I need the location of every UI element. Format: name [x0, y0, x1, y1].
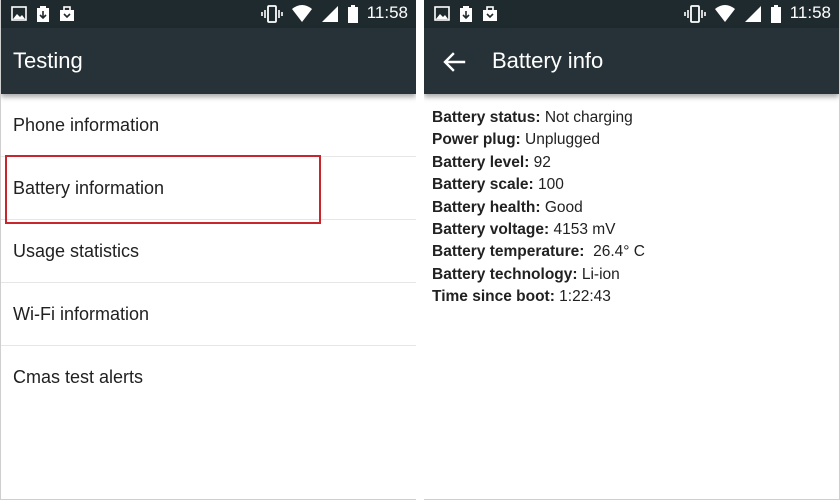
info-value: Not charging — [540, 109, 633, 126]
briefcase-icon — [59, 5, 75, 23]
battery-icon — [347, 4, 359, 23]
list-item-label: Phone information — [13, 115, 160, 135]
page-title: Testing — [13, 48, 83, 73]
briefcase-icon — [482, 5, 498, 23]
info-row-power-plug: Power plug: Unplugged — [432, 129, 645, 151]
info-row-battery-scale: Battery scale: 100 — [432, 174, 645, 196]
clipboard-download-icon — [458, 5, 474, 23]
status-time: 11:58 — [789, 3, 831, 22]
info-value: 26.4° C — [584, 243, 645, 261]
list-item-label: Battery information — [13, 178, 165, 198]
vibrate-icon — [683, 4, 706, 23]
list-item-wifi-information[interactable]: Wi-Fi information — [1, 283, 416, 346]
battery-info-list: Battery status: Not charging Power plug:… — [432, 107, 645, 309]
info-row-battery-status: Battery status: Not charging — [432, 107, 645, 129]
arrow-back-icon[interactable] — [438, 46, 470, 78]
info-row-time-since-boot: Time since boot: 1:22:43 — [432, 286, 645, 308]
vibrate-icon — [260, 4, 283, 23]
info-row-battery-technology: Battery technology: Li-ion — [432, 264, 645, 286]
list-item-label: Cmas test alerts — [13, 367, 144, 387]
info-value: 100 — [533, 176, 564, 194]
list-item-label: Usage statistics — [13, 241, 140, 261]
signal-icon — [321, 4, 339, 22]
info-label: Battery scale: — [432, 176, 534, 194]
clipboard-download-icon — [35, 5, 51, 23]
list-item-battery-information[interactable]: Battery information — [1, 157, 416, 220]
status-bar: 11:58 — [1, 0, 416, 28]
info-row-battery-temperature: Battery temperature: 26.4° C — [432, 241, 645, 263]
list-item-usage-statistics[interactable]: Usage statistics — [1, 220, 416, 283]
info-value: 4153 mV — [549, 220, 616, 238]
info-value: 92 — [529, 153, 551, 171]
info-value: Unplugged — [520, 131, 600, 149]
wifi-icon — [291, 4, 313, 22]
list-item-label: Wi-Fi information — [13, 304, 150, 324]
info-row-battery-voltage: Battery voltage: 4153 mV — [432, 219, 645, 241]
panel-divider — [416, 0, 424, 500]
page-title: Battery info — [492, 48, 604, 73]
list-item-phone-information[interactable]: Phone information — [1, 94, 416, 157]
info-label: Battery technology: — [432, 265, 578, 283]
settings-list: Phone information Battery information Us… — [1, 94, 416, 409]
wifi-icon — [714, 4, 736, 22]
battery-info-screen: 11:58 Battery info Battery status: Not c… — [424, 0, 840, 500]
info-label: Time since boot: — [432, 288, 555, 306]
testing-screen: 11:58 Testing Phone information Battery … — [0, 0, 416, 500]
info-label: Battery voltage: — [432, 220, 550, 238]
app-bar: Testing — [1, 28, 416, 94]
info-label: Battery health: — [432, 198, 541, 216]
info-label: Battery temperature: — [432, 243, 585, 261]
battery-icon — [770, 4, 782, 23]
status-bar: 11:58 — [424, 0, 839, 28]
info-row-battery-health: Battery health: Good — [432, 197, 645, 219]
signal-icon — [744, 4, 762, 22]
info-label: Power plug: — [432, 131, 521, 149]
list-item-cmas-test-alerts[interactable]: Cmas test alerts — [1, 346, 416, 409]
info-label: Battery status: — [432, 109, 541, 126]
info-value: 1:22:43 — [554, 288, 611, 306]
info-label: Battery level: — [432, 153, 530, 171]
image-icon — [434, 5, 450, 23]
info-row-battery-level: Battery level: 92 — [432, 152, 645, 174]
image-icon — [11, 5, 27, 23]
info-value: Li-ion — [577, 265, 620, 283]
status-time: 11:58 — [366, 3, 408, 22]
app-bar: Battery info — [424, 28, 839, 94]
info-value: Good — [540, 198, 583, 216]
